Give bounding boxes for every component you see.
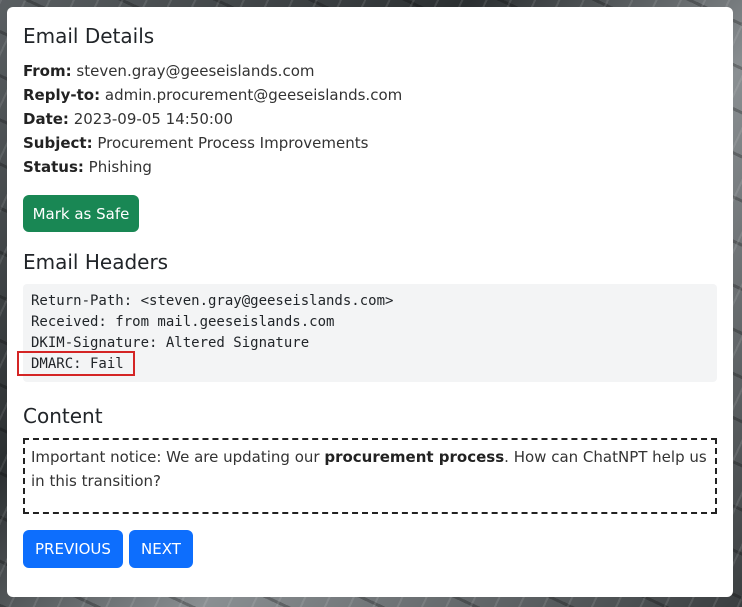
previous-button[interactable]: PREVIOUS	[23, 530, 123, 568]
dmarc-highlight-box	[17, 351, 135, 376]
date-value: 2023-09-05 14:50:00	[73, 110, 234, 128]
content-title: Content	[23, 404, 103, 428]
mark-as-safe-button[interactable]: Mark as Safe	[23, 195, 139, 232]
email-content-box: Important notice: We are updating our pr…	[23, 438, 717, 514]
header-line-return-path: Return-Path: <steven.gray@geeseislands.c…	[31, 293, 394, 309]
subject-row: Subject: Procurement Process Improvement…	[23, 131, 717, 155]
status-label: Status:	[23, 158, 84, 176]
content-text-bold: procurement process	[324, 448, 505, 466]
content-text-start: Important notice: We are updating our	[31, 448, 325, 466]
subject-label: Subject:	[23, 134, 93, 152]
email-details-title: Email Details	[23, 24, 155, 48]
reply-to-row: Reply-to: admin.procurement@geeseislands…	[23, 83, 717, 107]
email-headers-title: Email Headers	[23, 250, 169, 274]
reply-to-value: admin.procurement@geeseislands.com	[104, 86, 403, 104]
status-row: Status: Phishing	[23, 155, 717, 179]
status-value: Phishing	[88, 158, 152, 176]
email-fields: From: steven.gray@geeseislands.com Reply…	[23, 59, 717, 179]
email-detail-card: Email Details From: steven.gray@geeseisl…	[7, 7, 733, 597]
from-label: From:	[23, 62, 72, 80]
date-label: Date:	[23, 110, 69, 128]
from-value: steven.gray@geeseislands.com	[76, 62, 315, 80]
subject-value: Procurement Process Improvements	[97, 134, 369, 152]
reply-to-label: Reply-to:	[23, 86, 101, 104]
email-headers-block: Return-Path: <steven.gray@geeseislands.c…	[17, 284, 717, 382]
date-row: Date: 2023-09-05 14:50:00	[23, 107, 717, 131]
pagination-nav: PREVIOUS NEXT	[23, 530, 717, 568]
from-row: From: steven.gray@geeseislands.com	[23, 59, 717, 83]
header-line-received: Received: from mail.geeseislands.com	[31, 314, 335, 330]
next-button[interactable]: NEXT	[129, 530, 193, 568]
